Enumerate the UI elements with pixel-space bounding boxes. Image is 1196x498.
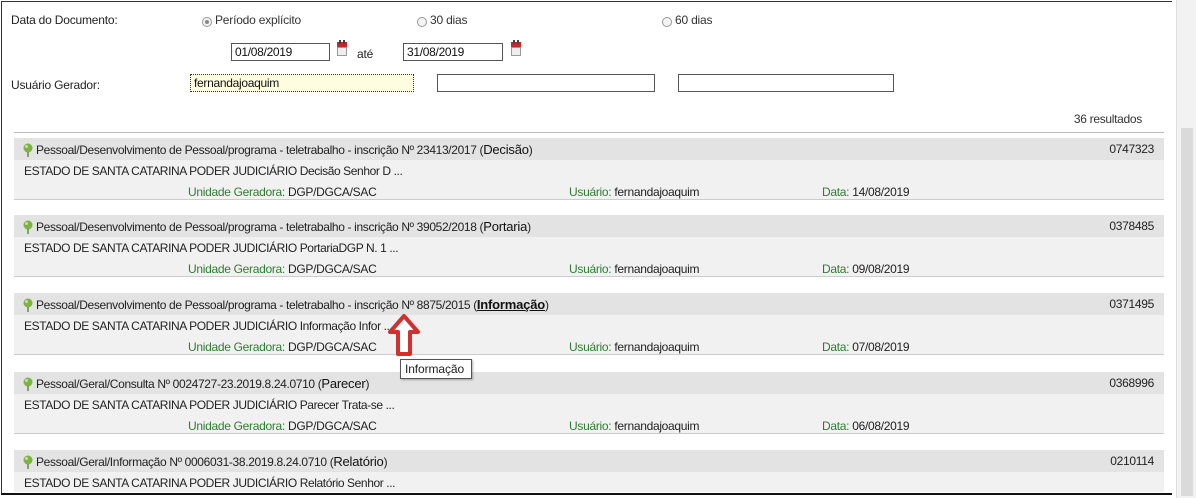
result-body: ESTADO DE SANTA CATARINA PODER JUDICIÁRI… [14, 394, 1164, 433]
result-document-number[interactable]: 0210114 [1110, 454, 1154, 468]
result-user: Usuário: fernandajoaquim [569, 419, 700, 433]
result-header: Pessoal/Desenvolvimento de Pessoal/progr… [14, 138, 1164, 160]
result-doc-type[interactable]: Informação [477, 297, 545, 312]
row-divider [14, 354, 1164, 355]
result-title[interactable]: Pessoal/Desenvolvimento de Pessoal/progr… [36, 142, 533, 157]
result-snippet: ESTADO DE SANTA CATARINA PODER JUDICIÁRI… [24, 319, 393, 333]
result-snippet: ESTADO DE SANTA CATARINA PODER JUDICIÁRI… [24, 241, 399, 255]
result-doc-type[interactable]: Relatório [333, 454, 383, 469]
result-body: ESTADO DE SANTA CATARINA PODER JUDICIÁRI… [14, 315, 1164, 354]
result-title[interactable]: Pessoal/Geral/Informação Nº 0006031-38.2… [36, 454, 388, 469]
calendar-icon[interactable] [337, 40, 347, 56]
radio-30-days-label[interactable]: 30 dias [430, 13, 467, 27]
row-divider [14, 199, 1164, 200]
radio-30-days[interactable] [417, 17, 427, 27]
result-title[interactable]: Pessoal/Desenvolvimento de Pessoal/progr… [36, 219, 531, 234]
user-input-2[interactable] [437, 74, 655, 92]
row-divider [14, 276, 1164, 277]
result-body: ESTADO DE SANTA CATARINA PODER JUDICIÁRI… [14, 237, 1164, 276]
result-document-number[interactable]: 0371495 [1109, 297, 1154, 311]
result-doc-type[interactable]: Parecer [321, 376, 365, 391]
row-divider [14, 433, 1164, 434]
pin-icon [23, 220, 33, 234]
date-to-input[interactable] [403, 43, 503, 61]
result-header: Pessoal/Geral/Informação Nº 0006031-38.2… [14, 450, 1164, 472]
result-snippet: ESTADO DE SANTA CATARINA PODER JUDICIÁRI… [24, 476, 396, 490]
pin-icon [23, 455, 33, 469]
result-date: Data: 14/08/2019 [822, 185, 910, 199]
calendar-icon[interactable] [511, 40, 521, 56]
result-snippet: ESTADO DE SANTA CATARINA PODER JUDICIÁRI… [24, 164, 403, 178]
pin-icon [23, 143, 33, 157]
radio-explicit-period-label[interactable]: Período explícito [215, 13, 301, 27]
result-user: Usuário: fernandajoaquim [569, 185, 700, 199]
result-unit: Unidade Geradora: DGP/DGCA/SAC [188, 262, 377, 276]
pin-icon [23, 298, 33, 312]
result-header: Pessoal/Desenvolvimento de Pessoal/progr… [14, 215, 1164, 237]
result-doc-type[interactable]: Portaria [483, 219, 527, 234]
scrollbar-thumb[interactable] [1181, 128, 1193, 496]
result-body: ESTADO DE SANTA CATARINA PODER JUDICIÁRI… [14, 160, 1164, 199]
result-unit: Unidade Geradora: DGP/DGCA/SAC [188, 185, 377, 199]
radio-60-days[interactable] [662, 17, 672, 27]
radio-explicit-period[interactable] [202, 17, 212, 27]
result-document-number[interactable]: 0747323 [1109, 142, 1154, 156]
results-count: 36 resultados [1073, 112, 1142, 126]
tooltip: Informação [400, 359, 472, 379]
result-header: Pessoal/Desenvolvimento de Pessoal/progr… [14, 293, 1164, 315]
result-unit: Unidade Geradora: DGP/DGCA/SAC [188, 419, 377, 433]
date-filter-label: Data do Documento: [11, 13, 118, 27]
result-document-number[interactable]: 0368996 [1109, 376, 1154, 390]
user-input-3[interactable] [678, 74, 894, 92]
result-body: ESTADO DE SANTA CATARINA PODER JUDICIÁRI… [14, 472, 1164, 492]
result-document-number[interactable]: 0378485 [1109, 219, 1154, 233]
divider [14, 132, 1164, 133]
search-panel: Data do Documento: Período explícito 30 … [1, 1, 1172, 495]
date-until-label: até [357, 47, 374, 61]
result-unit: Unidade Geradora: DGP/DGCA/SAC [188, 340, 377, 354]
pin-icon [23, 377, 33, 391]
result-date: Data: 09/08/2019 [822, 262, 910, 276]
result-date: Data: 06/08/2019 [822, 419, 910, 433]
arrow-up-icon [388, 314, 420, 356]
scrollbar[interactable] [1176, 0, 1196, 498]
result-snippet: ESTADO DE SANTA CATARINA PODER JUDICIÁRI… [24, 398, 395, 412]
user-input-1[interactable] [190, 74, 414, 92]
result-title[interactable]: Pessoal/Geral/Consulta Nº 0024727-23.201… [36, 376, 369, 391]
result-user: Usuário: fernandajoaquim [569, 262, 700, 276]
result-title[interactable]: Pessoal/Desenvolvimento de Pessoal/progr… [36, 297, 549, 312]
result-date: Data: 07/08/2019 [822, 340, 910, 354]
result-doc-type[interactable]: Decisão [483, 142, 529, 157]
result-header: Pessoal/Geral/Consulta Nº 0024727-23.201… [14, 372, 1164, 394]
date-from-input[interactable] [231, 43, 330, 61]
result-user: Usuário: fernandajoaquim [569, 340, 700, 354]
user-filter-label: Usuário Gerador: [11, 78, 100, 92]
radio-60-days-label[interactable]: 60 dias [675, 13, 712, 27]
